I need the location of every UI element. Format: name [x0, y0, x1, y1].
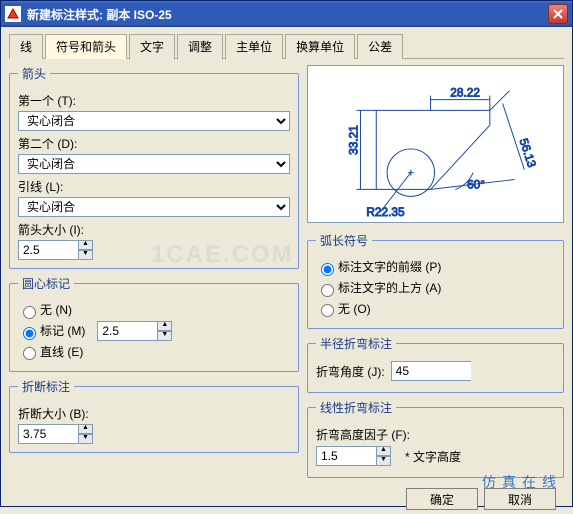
svg-text:56.13: 56.13 [517, 137, 540, 170]
label-cm-none: 无 (N) [40, 303, 72, 317]
ok-button[interactable]: 确定 [406, 488, 478, 510]
group-linear-jog: 线性折弯标注 折弯高度因子 (F): ▲ ▼ * 文字高度 [307, 399, 564, 478]
arrow-size-down[interactable]: ▼ [78, 250, 93, 260]
break-size-up[interactable]: ▲ [78, 424, 93, 434]
tab-lines[interactable]: 线 [9, 34, 43, 59]
legend-radius-jog: 半径折弯标注 [316, 335, 396, 352]
input-cm-size[interactable] [97, 321, 157, 341]
tab-tolerances[interactable]: 公差 [357, 34, 403, 59]
label-jog-height: 折弯高度因子 (F): [316, 426, 555, 443]
legend-arc-length: 弧长符号 [316, 232, 372, 249]
input-break-size[interactable] [18, 424, 78, 444]
tab-fit[interactable]: 调整 [177, 34, 223, 59]
label-arc-above: 标注文字的上方 (A) [338, 281, 441, 295]
label-second-arrow: 第二个 (D): [18, 135, 290, 152]
app-icon [5, 6, 21, 22]
tab-primary-units[interactable]: 主单位 [225, 34, 283, 59]
dialog-window: 新建标注样式: 副本 ISO-25 线 符号和箭头 文字 调整 主单位 换算单位… [0, 0, 573, 507]
input-jog-angle[interactable] [391, 361, 471, 381]
dialog-content: 线 符号和箭头 文字 调整 主单位 换算单位 公差 箭头 第一个 (T): 实心… [1, 27, 572, 514]
legend-dim-break: 折断标注 [18, 378, 74, 395]
close-icon [553, 9, 563, 19]
arrow-size-up[interactable]: ▲ [78, 240, 93, 250]
tab-symbols-arrows[interactable]: 符号和箭头 [45, 34, 127, 59]
radio-arc-none[interactable] [321, 304, 334, 317]
radio-cm-mark[interactable] [23, 327, 36, 340]
legend-arrowheads: 箭头 [18, 65, 50, 82]
label-cm-mark: 标记 (M) [40, 324, 85, 338]
group-radius-jog: 半径折弯标注 折弯角度 (J): [307, 335, 564, 393]
cm-size-up[interactable]: ▲ [157, 321, 172, 331]
titlebar: 新建标注样式: 副本 ISO-25 [1, 1, 572, 27]
radio-arc-preceding[interactable] [321, 263, 334, 276]
window-title: 新建标注样式: 副本 ISO-25 [27, 6, 548, 23]
select-second-arrow[interactable]: 实心闭合 [18, 154, 290, 174]
jog-height-up[interactable]: ▲ [376, 446, 391, 456]
group-dim-break: 折断标注 折断大小 (B): ▲ ▼ [9, 378, 299, 453]
input-jog-height[interactable] [316, 446, 376, 466]
dimension-preview: 28.22 33.21 56.13 60° R22.35 [307, 65, 564, 223]
cm-size-down[interactable]: ▼ [157, 331, 172, 341]
select-leader-arrow[interactable]: 实心闭合 [18, 197, 290, 217]
select-first-arrow[interactable]: 实心闭合 [18, 111, 290, 131]
label-leader-arrow: 引线 (L): [18, 178, 290, 195]
jog-height-down[interactable]: ▼ [376, 456, 391, 466]
hint-text-height: * 文字高度 [405, 448, 461, 465]
label-break-size: 折断大小 (B): [18, 405, 290, 422]
tab-alt-units[interactable]: 换算单位 [285, 34, 355, 59]
label-jog-angle: 折弯角度 (J): [316, 363, 385, 380]
tabstrip: 线 符号和箭头 文字 调整 主单位 换算单位 公差 [9, 33, 564, 59]
legend-center-marks: 圆心标记 [18, 275, 74, 292]
label-arrow-size: 箭头大小 (I): [18, 221, 290, 238]
group-arrowheads: 箭头 第一个 (T): 实心闭合 第二个 (D): 实心闭合 引线 (L): 实… [9, 65, 299, 269]
tab-text[interactable]: 文字 [129, 34, 175, 59]
label-arc-none: 无 (O) [338, 302, 371, 316]
svg-text:60°: 60° [467, 177, 485, 191]
svg-text:28.22: 28.22 [450, 86, 480, 100]
group-center-marks: 圆心标记 无 (N) 标记 (M) 直线 (E) ▲ ▼ [9, 275, 299, 372]
label-first-arrow: 第一个 (T): [18, 92, 290, 109]
radio-arc-above[interactable] [321, 284, 334, 297]
radio-cm-none[interactable] [23, 306, 36, 319]
label-arc-preceding: 标注文字的前缀 (P) [338, 260, 441, 274]
break-size-down[interactable]: ▼ [78, 434, 93, 444]
close-button[interactable] [548, 4, 568, 24]
group-arc-length: 弧长符号 标注文字的前缀 (P) 标注文字的上方 (A) 无 (O) [307, 232, 564, 329]
input-arrow-size[interactable] [18, 240, 78, 260]
radio-cm-line[interactable] [23, 347, 36, 360]
cancel-button[interactable]: 取消 [484, 488, 556, 510]
legend-linear-jog: 线性折弯标注 [316, 399, 396, 416]
svg-text:33.21: 33.21 [347, 125, 361, 155]
label-cm-line: 直线 (E) [40, 345, 83, 359]
svg-text:R22.35: R22.35 [366, 205, 405, 219]
